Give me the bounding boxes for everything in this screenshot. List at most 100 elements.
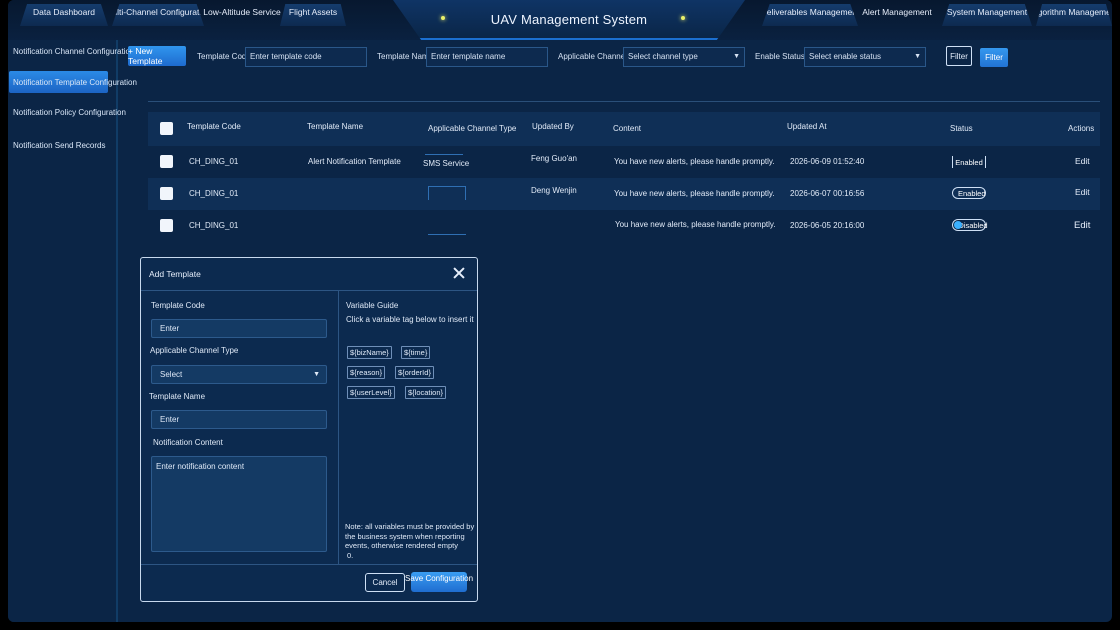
channel-type-value: Select <box>160 370 183 379</box>
column-header: Status <box>950 124 973 133</box>
template-code-label: Template Code <box>151 301 205 310</box>
status-toggle[interactable]: Disabled <box>952 219 988 231</box>
nav-system-management[interactable]: System Management <box>942 4 1032 26</box>
table-row: CH_DING_01 You have new alerts, please h… <box>148 210 1100 242</box>
template-name-input[interactable]: Enter template name <box>426 47 548 67</box>
table-row: CH_DING_01 Alert Notification Template S… <box>148 146 1100 178</box>
sidebar: Notification Channel Configuration Notif… <box>8 40 137 622</box>
dialog-title: Add Template <box>149 269 201 279</box>
nav-label: Flight Assets <box>288 7 338 17</box>
save-configuration-button[interactable]: Save Configuration <box>405 572 473 592</box>
status-label: Enabled <box>955 157 983 167</box>
toggle-switch: Disabled <box>952 219 988 231</box>
nav-label: Deliverables Management <box>760 7 860 17</box>
template-code-input[interactable]: Enter template code <box>245 47 367 67</box>
edit-link[interactable]: Edit <box>1074 220 1090 231</box>
add-template-dialog: Add Template Template Code Enter Applica… <box>140 257 478 602</box>
variable-tag[interactable]: ${userLevel} <box>347 386 395 399</box>
enable-status-label: Enable Status: <box>755 52 808 61</box>
sidebar-item-notification-template[interactable]: Notification Template Configuration <box>9 71 137 93</box>
nav-deliverables-management[interactable]: Deliverables Management <box>762 4 858 26</box>
nav-algorithm-management[interactable]: Algorithm Management <box>1036 4 1112 26</box>
column-header: Template Code <box>187 122 241 131</box>
updated-by-cell: Feng Guo'an <box>531 154 578 163</box>
nav-data-dashboard[interactable]: Data Dashboard <box>20 4 108 26</box>
template-name-label: Template Name <box>149 392 206 401</box>
column-header: Applicable Channel Type <box>428 124 517 133</box>
template-name-cell: Alert Notification Template <box>308 157 401 166</box>
table-header: Template Code Template Name Applicable C… <box>148 112 1100 146</box>
variable-tag[interactable]: ${location} <box>405 386 447 399</box>
edit-link[interactable]: Edit <box>1075 156 1090 166</box>
template-code-cell: CH_DING_01 <box>189 189 239 198</box>
template-code-cell: CH_DING_01 <box>189 221 239 230</box>
new-template-button[interactable]: + New Template <box>128 46 186 66</box>
nav-flight-assets[interactable]: Flight Assets <box>280 4 346 26</box>
template-code-input[interactable]: Enter <box>151 319 327 338</box>
variable-tag[interactable]: ${time} <box>401 346 431 359</box>
divider <box>148 101 1100 102</box>
variable-note: Note: all variables must be provided by … <box>345 522 475 560</box>
variable-guide-hint: Click a variable tag below to insert it <box>346 315 474 324</box>
row-checkbox[interactable] <box>160 219 173 232</box>
column-header: Updated By <box>532 122 574 131</box>
updated-at-cell: 2026-06-05 20:16:00 <box>790 221 865 230</box>
toggle-switch: Enabled <box>952 187 986 199</box>
star-decoration-icon <box>441 16 445 20</box>
top-header: Data Dashboard Multi-Channel Configurati… <box>8 0 1112 40</box>
updated-at-cell: 2026-06-09 01:52:40 <box>790 157 865 166</box>
template-code-label: Template Code <box>197 52 251 61</box>
filter-outline-button[interactable]: Filter <box>946 46 972 66</box>
template-name-input[interactable]: Enter <box>151 410 327 429</box>
nav-label: System Management <box>946 7 1028 17</box>
variable-tag[interactable]: ${bizName} <box>347 346 392 359</box>
nav-alert-management[interactable]: Alert Management <box>858 4 936 26</box>
sidebar-item-notification-policy[interactable]: Notification Policy Configuration <box>12 101 126 123</box>
sidebar-item-notification-send-records[interactable]: Notification Send Records <box>12 134 116 156</box>
nav-multi-channel-configuration[interactable]: Multi-Channel Configuration <box>112 4 204 26</box>
chevron-down-icon: ▼ <box>313 371 320 378</box>
filter-bar: + New Template Template Code Enter templ… <box>120 44 1112 67</box>
column-header: Actions <box>1068 124 1095 133</box>
enable-status-select[interactable]: Select enable status ▼ <box>804 47 926 67</box>
enable-status-value: Select enable status <box>809 52 882 61</box>
note-tail: 0. <box>347 550 354 560</box>
channel-tag <box>428 186 466 200</box>
app-window: Data Dashboard Multi-Channel Configurati… <box>8 0 1112 622</box>
nav-low-altitude-service[interactable]: Low-Altitude Service <box>203 4 280 26</box>
divider <box>141 564 477 565</box>
divider <box>141 290 477 291</box>
star-decoration-icon <box>681 16 685 20</box>
channel-type-select[interactable]: Select channel type ▼ <box>623 47 745 67</box>
cancel-button[interactable]: Cancel <box>365 573 405 592</box>
sidebar-item-notification-channel[interactable]: Notification Channel Configuration <box>12 40 134 62</box>
chevron-down-icon: ▼ <box>914 53 921 60</box>
variable-tag[interactable]: ${reason} <box>347 366 386 379</box>
select-all-checkbox[interactable] <box>160 122 173 135</box>
row-checkbox[interactable] <box>160 155 173 168</box>
nav-label: Alert Management <box>862 7 932 17</box>
status-label: Enabled <box>958 188 986 198</box>
filter-primary-button[interactable]: Filter <box>980 48 1008 67</box>
channel-type-select[interactable]: Select ▼ <box>151 365 327 384</box>
nav-label: Multi-Channel Configuration <box>105 7 211 17</box>
nav-label: Algorithm Management <box>1030 7 1112 17</box>
status-toggle[interactable]: Enabled <box>952 156 986 168</box>
content-cell: You have new alerts, please handle promp… <box>614 189 775 198</box>
status-toggle[interactable]: Enabled <box>952 187 986 199</box>
title-panel: UAV Management System <box>393 0 745 40</box>
variable-tag[interactable]: ${orderId} <box>395 366 434 379</box>
template-code-cell: CH_DING_01 <box>189 157 239 166</box>
channel-type-label: Applicable Channel Type <box>150 346 239 355</box>
toggle-knob-icon <box>954 221 962 229</box>
content-cell: You have new alerts, please handle promp… <box>614 157 775 166</box>
notification-content-textarea[interactable]: Enter notification content <box>151 456 327 552</box>
row-checkbox[interactable] <box>160 187 173 200</box>
edit-link[interactable]: Edit <box>1075 187 1090 197</box>
channel-type-value: Select channel type <box>628 52 698 61</box>
nav-label: Data Dashboard <box>33 7 95 17</box>
app-title: UAV Management System <box>490 12 648 27</box>
toggle-switch: Enabled <box>952 156 986 168</box>
column-header: Content <box>613 124 642 133</box>
close-icon[interactable] <box>453 267 465 279</box>
